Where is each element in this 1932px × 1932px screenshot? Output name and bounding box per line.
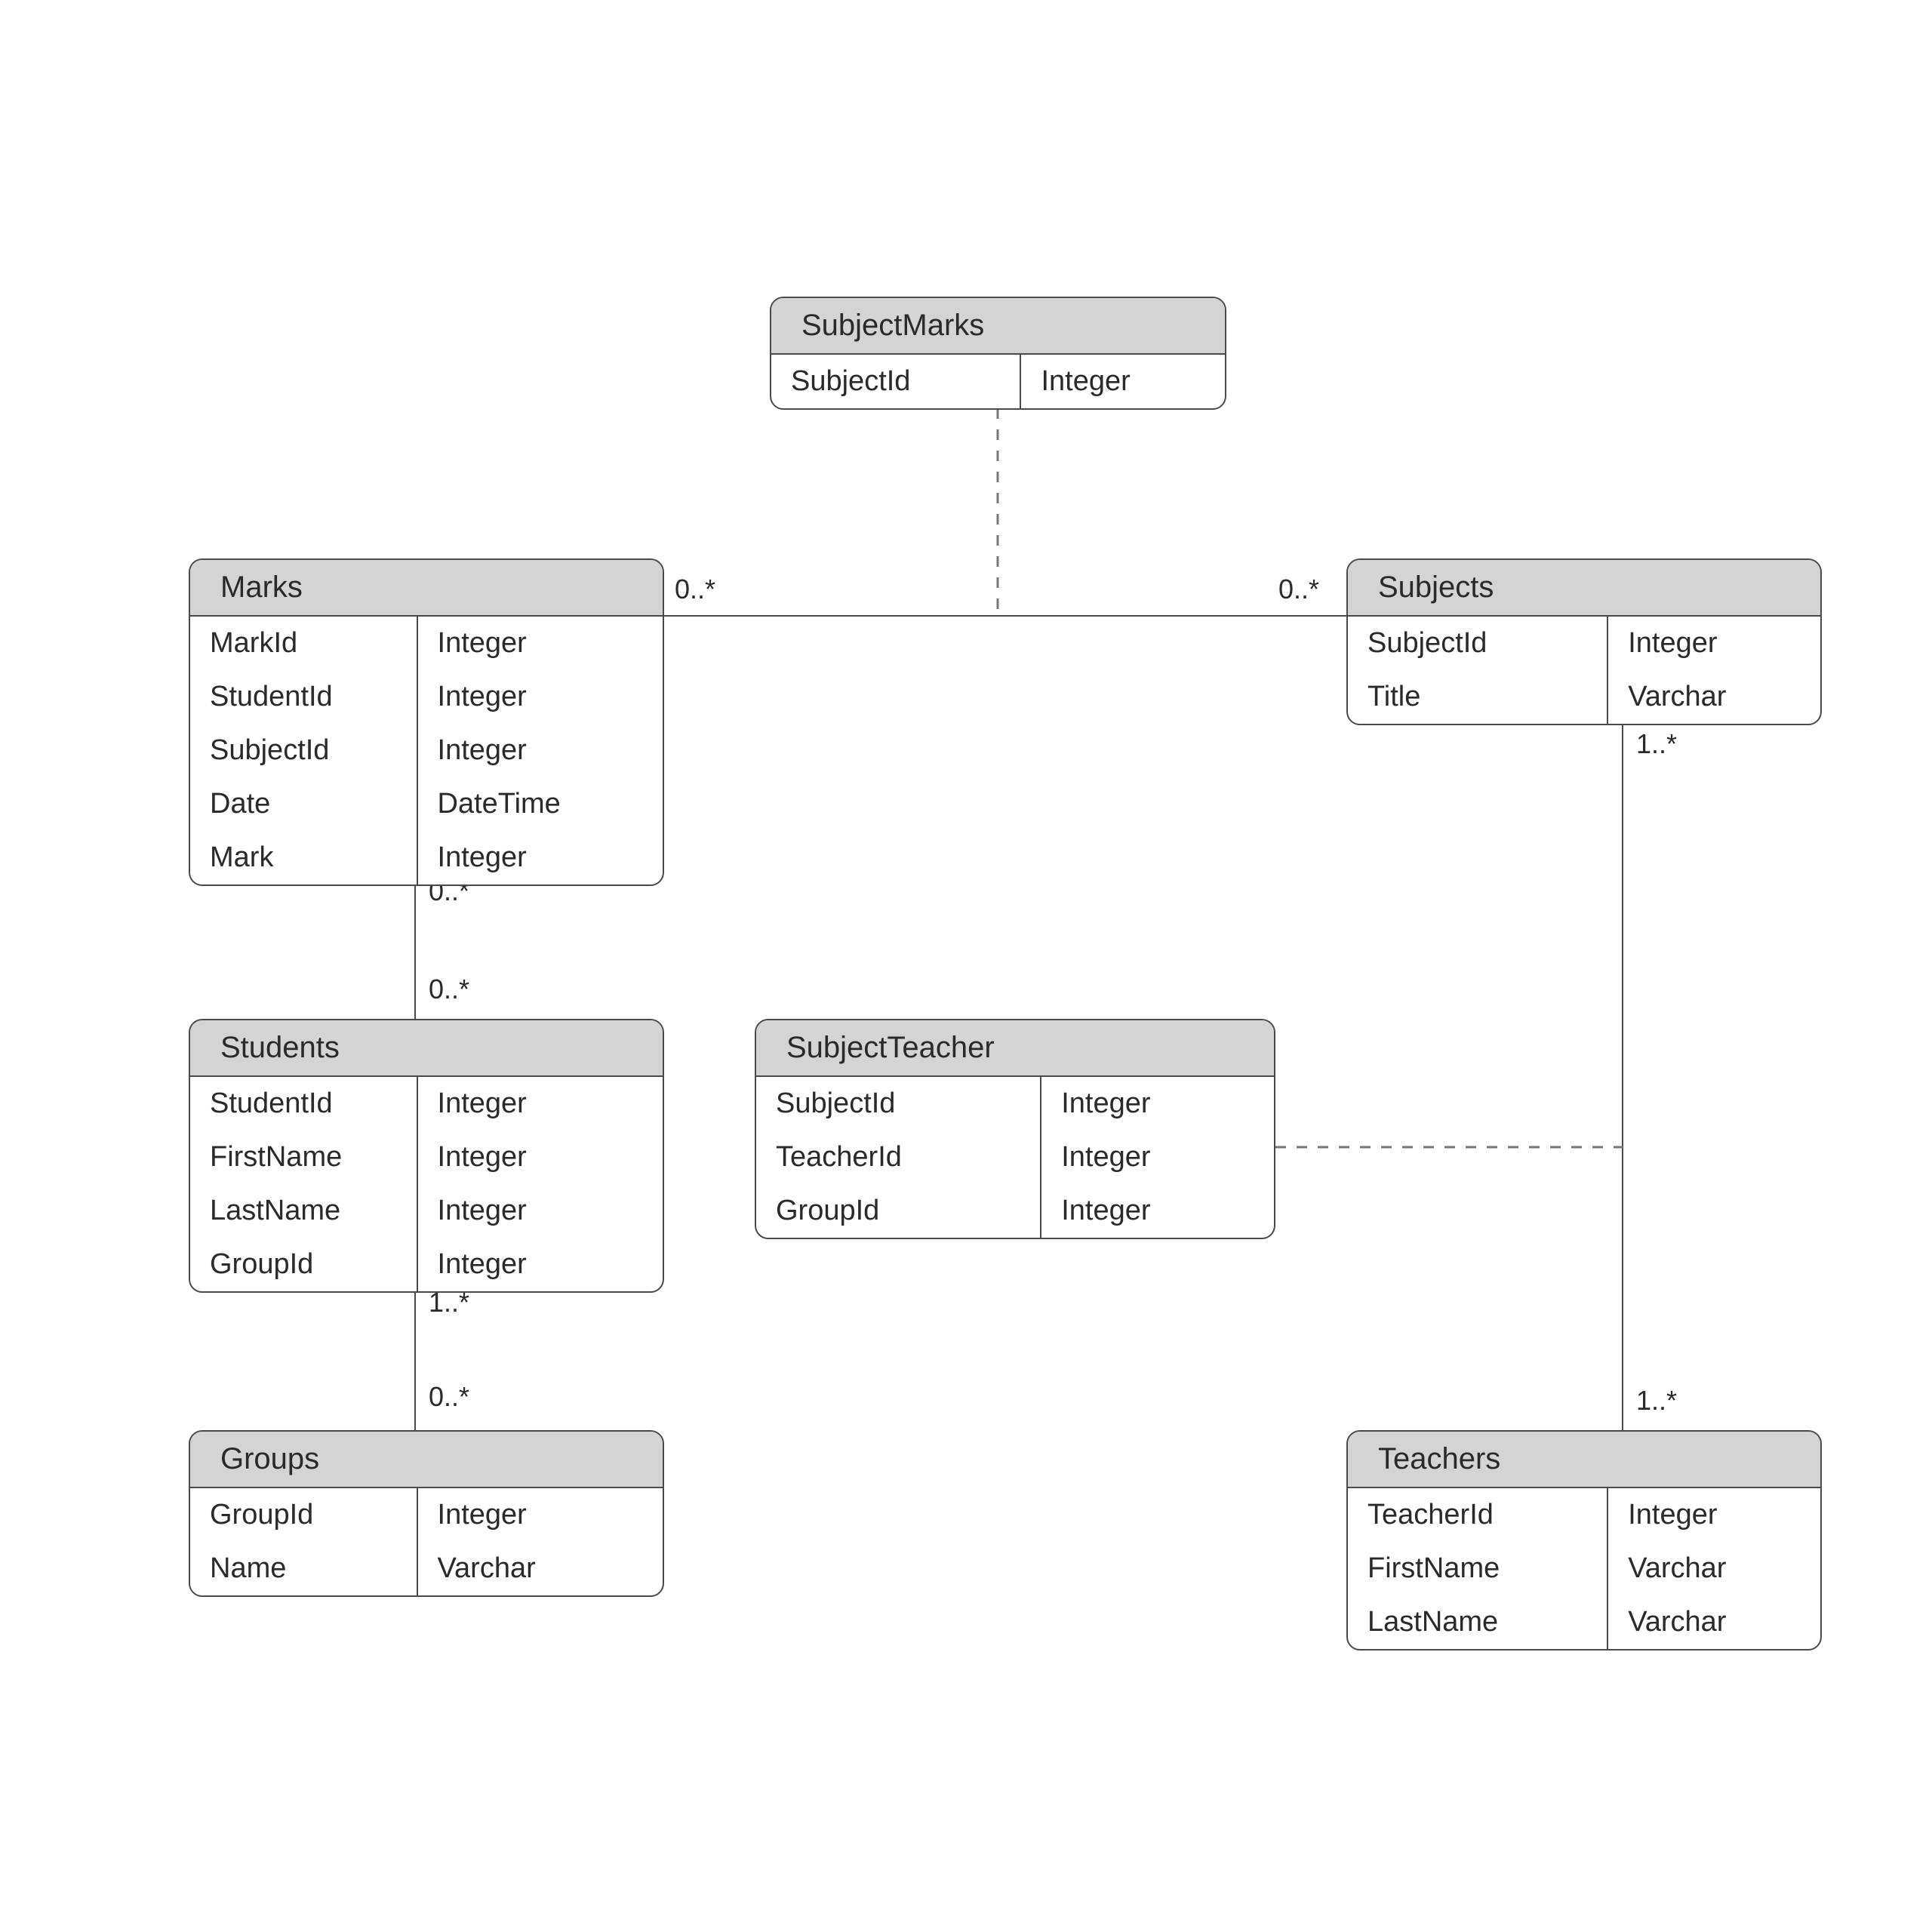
- mult-subjects-teachers-bottom: 1..*: [1636, 1385, 1677, 1417]
- field-type: Integer: [418, 1184, 663, 1238]
- field-type: Integer: [418, 670, 663, 724]
- field-name: Title: [1348, 670, 1607, 724]
- field-type: Varchar: [418, 1542, 663, 1595]
- entity-title: Subjects: [1348, 560, 1820, 617]
- field-type: DateTime: [418, 777, 663, 831]
- field-name: Name: [190, 1542, 417, 1595]
- entity-title: Teachers: [1348, 1432, 1820, 1488]
- field-type: Varchar: [1608, 670, 1820, 724]
- entity-groups: Groups GroupId Name Integer Varchar: [189, 1430, 664, 1597]
- field-type: Integer: [418, 1131, 663, 1184]
- field-type: Varchar: [1608, 1542, 1820, 1595]
- field-type: Integer: [1021, 355, 1225, 408]
- entity-title: SubjectTeacher: [756, 1020, 1274, 1077]
- field-name: SubjectId: [756, 1077, 1040, 1131]
- entity-title: SubjectMarks: [771, 298, 1225, 355]
- field-type: Integer: [1608, 1488, 1820, 1542]
- mult-marks-students-bottom: 0..*: [429, 974, 469, 1005]
- entity-subjects: Subjects SubjectId Title Integer Varchar: [1346, 558, 1822, 725]
- entity-students: Students StudentId FirstName LastName Gr…: [189, 1019, 664, 1293]
- mult-subjects-teachers-top: 1..*: [1636, 728, 1677, 760]
- field-name: Date: [190, 777, 417, 831]
- entity-title: Marks: [190, 560, 663, 617]
- field-type: Integer: [418, 831, 663, 884]
- entity-title: Students: [190, 1020, 663, 1077]
- mult-students-groups-bottom: 0..*: [429, 1381, 469, 1413]
- diagram-canvas: 0..* 0..* 0..* 0..* 1..* 0..* 1..* 1..* …: [0, 0, 1932, 1932]
- field-name: FirstName: [190, 1131, 417, 1184]
- mult-marks-subjects-right: 0..*: [1278, 574, 1319, 605]
- field-name: Mark: [190, 831, 417, 884]
- entity-subjectmarks: SubjectMarks SubjectId Integer: [770, 297, 1226, 410]
- field-type: Integer: [418, 617, 663, 670]
- field-type: Integer: [418, 1077, 663, 1131]
- field-type: Integer: [418, 1238, 663, 1291]
- field-name: GroupId: [756, 1184, 1040, 1238]
- field-type: Integer: [1041, 1131, 1274, 1184]
- entity-teachers: Teachers TeacherId FirstName LastName In…: [1346, 1430, 1822, 1651]
- entity-title: Groups: [190, 1432, 663, 1488]
- entity-marks: Marks MarkId StudentId SubjectId Date Ma…: [189, 558, 664, 886]
- entity-subjectteacher: SubjectTeacher SubjectId TeacherId Group…: [755, 1019, 1275, 1239]
- field-type: Integer: [1041, 1184, 1274, 1238]
- mult-marks-subjects-left: 0..*: [675, 574, 715, 605]
- field-name: GroupId: [190, 1488, 417, 1542]
- field-type: Varchar: [1608, 1595, 1820, 1649]
- field-type: Integer: [418, 724, 663, 777]
- field-name: SubjectId: [1348, 617, 1607, 670]
- field-name: LastName: [1348, 1595, 1607, 1649]
- field-type: Integer: [418, 1488, 663, 1542]
- field-name: TeacherId: [756, 1131, 1040, 1184]
- field-name: StudentId: [190, 1077, 417, 1131]
- field-name: GroupId: [190, 1238, 417, 1291]
- field-name: MarkId: [190, 617, 417, 670]
- field-name: SubjectId: [771, 355, 1020, 408]
- field-name: FirstName: [1348, 1542, 1607, 1595]
- field-name: TeacherId: [1348, 1488, 1607, 1542]
- field-type: Integer: [1041, 1077, 1274, 1131]
- field-type: Integer: [1608, 617, 1820, 670]
- field-name: LastName: [190, 1184, 417, 1238]
- field-name: SubjectId: [190, 724, 417, 777]
- field-name: StudentId: [190, 670, 417, 724]
